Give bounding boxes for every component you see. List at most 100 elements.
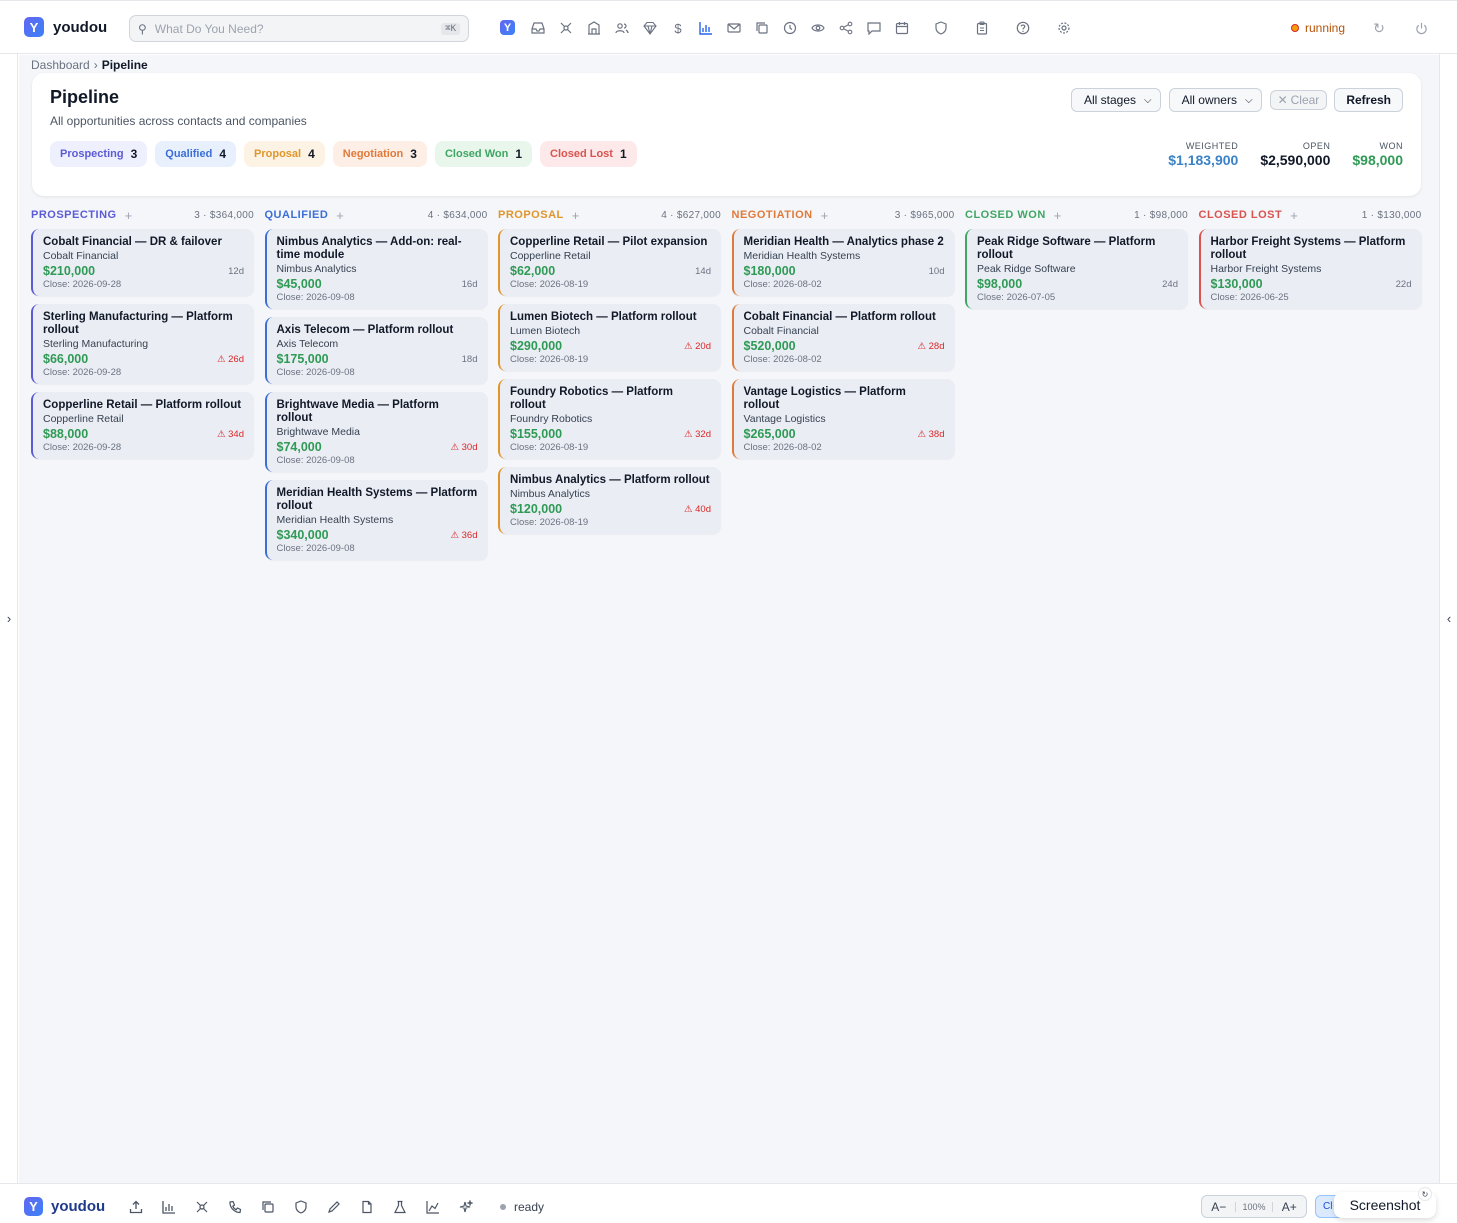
status-dot [500,1204,506,1210]
deal-age: 16d [461,278,478,290]
deal-card[interactable]: Sterling Manufacturing — Platform rollou… [31,304,254,384]
deal-card[interactable]: Axis Telecom — Platform rollout Axis Tele… [264,317,488,384]
building-icon[interactable] [584,18,604,38]
deal-row: $62,000 14d [510,264,711,278]
zoom-decrease-button[interactable]: A− [1202,1200,1235,1214]
breadcrumb-dashboard[interactable]: Dashboard [31,58,90,72]
brand[interactable]: Y youdou [24,17,107,37]
zoom-increase-button[interactable]: A+ [1273,1200,1306,1214]
sparkle-icon[interactable] [456,1197,476,1217]
add-deal-icon[interactable]: + [1290,208,1298,223]
breadcrumb-current: Pipeline [101,58,148,72]
expand-left-icon[interactable]: › [0,611,18,626]
add-deal-icon[interactable]: + [821,208,829,223]
clipboard-icon[interactable] [972,18,992,38]
deal-company: Nimbus Analytics [276,263,357,275]
deal-amount: $88,000 [43,427,89,441]
eye-icon[interactable] [808,18,828,38]
power-icon[interactable] [1411,18,1431,38]
column-title-text: NEGOTIATION [731,209,813,221]
deal-row: $88,000 ⚠ 34d [43,427,244,441]
flask-icon[interactable] [390,1197,410,1217]
deal-amount: $340,000 [276,528,329,542]
deal-card[interactable]: Nimbus Analytics — Platform rollout Nimbu… [498,467,721,534]
chip-closed-lost[interactable]: Closed Lost 1 [540,141,637,167]
users-icon[interactable] [612,18,632,38]
copy-icon[interactable] [752,18,772,38]
deal-card[interactable]: Copperline Retail — Platform rollout Copp… [31,392,254,459]
add-deal-icon[interactable]: + [336,208,344,223]
search-input[interactable] [154,21,442,36]
mail-icon[interactable] [724,18,744,38]
chart-icon[interactable] [696,18,716,38]
deal-card[interactable]: Cobalt Financial — Platform rollout Cobal… [731,304,955,371]
stage-select[interactable]: All stages ⌵ [1070,88,1161,112]
expand-right-icon[interactable]: ‹ [1440,611,1457,626]
deal-company: Lumen Biotech [510,325,581,337]
calendar-icon[interactable] [892,18,912,38]
deal-age: ⚠ 34d [216,428,244,440]
shield-icon[interactable] [931,18,951,38]
deal-card[interactable]: Copperline Retail — Pilot expansion Coppe… [498,229,721,296]
chip-negotiation[interactable]: Negotiation 3 [332,141,427,167]
deal-card[interactable]: Foundry Robotics — Platform rollout Found… [498,379,721,459]
stage-chips: Prospecting 3 Qualified 4 Proposal 4 Negoti… [50,141,645,167]
deal-close-date: Close: 2026-08-19 [510,517,589,528]
network-icon[interactable] [192,1197,212,1217]
deal-card[interactable]: Lumen Biotech — Platform rollout Lumen Bi… [498,304,721,371]
inbox-icon[interactable] [528,18,548,38]
chip-count: 1 [619,147,627,161]
deal-card[interactable]: Peak Ridge Software — Platform rollout Pe… [965,229,1188,309]
deal-close-date: Close: 2026-08-02 [743,354,822,365]
deal-card[interactable]: Brightwave Media — Platform rollout Brigh… [264,392,488,472]
chip-count: 4 [308,147,315,161]
chip-count: 3 [410,147,417,161]
search-box[interactable]: ⚲ ⌘K [129,15,469,42]
phone-icon[interactable] [225,1197,245,1217]
shield-icon[interactable] [291,1197,311,1217]
bar-chart-icon[interactable] [159,1197,179,1217]
deal-company: Nimbus Analytics [510,488,590,500]
deal-card[interactable]: Nimbus Analytics — Add-on: real-time mod… [264,229,488,309]
chat-icon[interactable] [864,18,884,38]
refresh-badge-icon[interactable]: ↻ [1418,1187,1432,1201]
chip-closed-won[interactable]: Closed Won 1 [434,141,533,167]
deal-company: Peak Ridge Software [977,263,1076,275]
column-meta: 4 · $634,000 [427,209,488,221]
network-icon[interactable] [556,18,576,38]
area-chart-icon[interactable] [423,1197,443,1217]
clock-icon[interactable] [780,18,800,38]
diamond-icon[interactable] [640,18,660,38]
chip-proposal[interactable]: Proposal 4 [244,141,325,167]
bottom-brand[interactable]: Y youdou [24,1197,105,1216]
upload-icon[interactable] [126,1197,146,1217]
chip-qualified[interactable]: Qualified 4 [155,141,237,167]
clear-button[interactable]: ✕ Clear [1269,90,1328,110]
deal-card[interactable]: Meridian Health Systems — Platform rollo… [264,480,488,560]
chip-prospecting[interactable]: Prospecting 3 [50,141,148,167]
gear-icon[interactable] [1054,18,1074,38]
breadcrumb-separator: › [93,58,98,72]
deal-card[interactable]: Vantage Logistics — Platform rollout Vant… [731,379,955,459]
deal-title: Harbor Freight Systems — Platform rollou… [1210,236,1406,261]
add-deal-icon[interactable]: + [572,208,580,223]
column-title-text: PROPOSAL [498,209,564,221]
add-deal-icon[interactable]: + [1054,208,1062,223]
home-logo-icon[interactable]: Y [500,20,515,35]
deal-row: $66,000 ⚠ 26d [43,352,244,366]
dollar-icon[interactable]: $ [668,18,688,38]
deal-card[interactable]: Harbor Freight Systems — Platform rollou… [1198,229,1422,309]
column-meta: 4 · $627,000 [661,209,721,221]
share-icon[interactable] [836,18,856,38]
deal-card[interactable]: Meridian Health — Analytics phase 2 Merid… [731,229,955,296]
deal-card[interactable]: Cobalt Financial — DR & failover Cobalt F… [31,229,254,296]
refresh-button[interactable]: Refresh [1334,88,1403,112]
column-qualified: QUALIFIED +4 · $634,000 Nimbus Analytics —… [264,207,488,568]
add-deal-icon[interactable]: + [125,208,133,223]
owner-select[interactable]: All owners ⌵ [1168,88,1262,112]
help-icon[interactable] [1013,18,1033,38]
pen-icon[interactable] [324,1197,344,1217]
copy-icon[interactable] [258,1197,278,1217]
file-icon[interactable] [357,1197,377,1217]
refresh-icon[interactable]: ↻ [1369,18,1389,38]
